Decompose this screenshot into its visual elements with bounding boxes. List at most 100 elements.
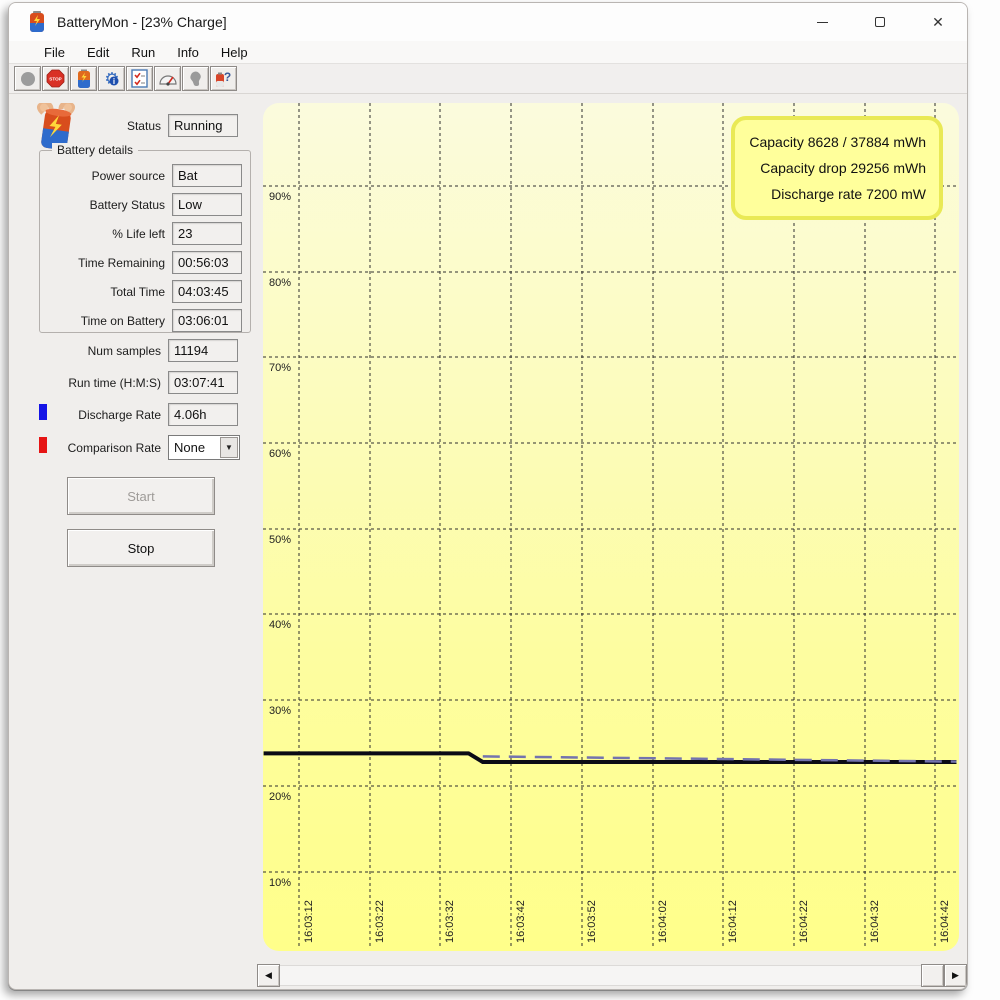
start-button[interactable]: Start [67, 477, 215, 515]
time-remaining-label: Time Remaining [78, 255, 165, 270]
chevron-down-icon[interactable]: ▼ [220, 437, 238, 458]
status-label: Status [126, 118, 161, 133]
discharge-rate-field[interactable]: 4.06h [168, 403, 238, 426]
battery-help-icon: ? [216, 70, 231, 87]
toolbar: STOP ⚙ i [9, 64, 967, 94]
gear-icon: ⚙ i [104, 69, 119, 89]
settings-button[interactable]: ⚙ i [98, 66, 125, 91]
menu-edit[interactable]: Edit [76, 43, 120, 62]
time-remaining-field[interactable]: 00:56:03 [172, 251, 242, 274]
menu-help[interactable]: Help [210, 43, 259, 62]
titlebar: BatteryMon - [23% Charge] ✕ [9, 3, 967, 41]
menu-file[interactable]: File [33, 43, 76, 62]
y-tick: 30% [269, 705, 291, 717]
detail-row: Battery Status Low [40, 193, 242, 216]
gauge-icon [158, 74, 177, 86]
x-tick: 16:03:32 [444, 900, 456, 943]
power-source-label: Power source [91, 168, 165, 183]
comparison-rate-row: Comparison Rate None ▼ [9, 435, 240, 460]
window-title: BatteryMon - [23% Charge] [57, 14, 227, 30]
battery-status-field[interactable]: Low [172, 193, 242, 216]
y-tick: 40% [269, 619, 291, 631]
y-tick: 50% [269, 534, 291, 546]
discharge-rate-label: Discharge Rate [78, 407, 161, 422]
total-time-label: Total Time [110, 284, 165, 299]
capacity-info-box: Capacity 8628 / 37884 mWh Capacity drop … [731, 116, 943, 220]
detail-row: Time Remaining 00:56:03 [40, 251, 242, 274]
battery-help-button[interactable]: ? [210, 66, 237, 91]
batterymon-window: BatteryMon - [23% Charge] ✕ File Edit Ru… [8, 2, 968, 990]
stop-button[interactable]: Stop [67, 529, 215, 567]
gauge-button[interactable] [154, 66, 181, 91]
menu-run[interactable]: Run [120, 43, 166, 62]
battery-details-group: Battery details Power source Bat Battery… [39, 143, 251, 333]
time-on-battery-field[interactable]: 03:06:01 [172, 309, 242, 332]
x-tick: 16:04:02 [657, 900, 669, 943]
capacity-drop-text: Capacity drop 29256 mWh [760, 160, 926, 176]
battery-icon [77, 69, 90, 88]
x-tick: 16:03:12 [303, 900, 315, 943]
chart-horizontal-scrollbar: ◀ ▶ [257, 963, 967, 988]
x-tick: 16:03:52 [586, 900, 598, 943]
log-report-button[interactable] [126, 66, 153, 91]
run-time-row: Run time (H:M:S) 03:07:41 [9, 371, 238, 394]
report-checklist-icon [131, 69, 148, 88]
chart-series-lines [263, 751, 957, 764]
x-tick: 16:03:22 [374, 900, 386, 943]
discharge-rate-text: Discharge rate 7200 mW [771, 186, 926, 202]
discharge-rate-row: Discharge Rate 4.06h [9, 403, 238, 426]
svg-text:STOP: STOP [49, 76, 61, 81]
y-tick: 10% [269, 877, 291, 889]
comparison-rate-value: None [174, 440, 206, 455]
status-field[interactable]: Running [168, 114, 238, 137]
run-time-field[interactable]: 03:07:41 [168, 371, 238, 394]
stop-button[interactable]: STOP [42, 66, 69, 91]
footprint-button[interactable] [182, 66, 209, 91]
stop-icon: STOP [46, 69, 65, 88]
scrollbar-thumb[interactable] [921, 964, 944, 987]
y-tick: 90% [269, 191, 291, 203]
x-tick: 16:03:42 [515, 900, 527, 943]
run-time-label: Run time (H:M:S) [68, 375, 161, 390]
maximize-icon [875, 17, 885, 27]
y-tick: 20% [269, 791, 291, 803]
num-samples-field[interactable]: 11194 [168, 339, 238, 362]
x-tick: 16:04:42 [939, 900, 951, 943]
scroll-left-button[interactable]: ◀ [257, 964, 280, 987]
x-tick: 16:04:32 [869, 900, 881, 943]
battery-info-button[interactable] [70, 66, 97, 91]
detail-row: Total Time 04:03:45 [40, 280, 242, 303]
desktop: BatteryMon - [23% Charge] ✕ File Edit Ru… [0, 0, 1000, 1000]
comparison-rate-dropdown[interactable]: None ▼ [168, 435, 240, 460]
app-battery-icon [30, 11, 44, 32]
scroll-right-button[interactable]: ▶ [944, 964, 967, 987]
y-axis-tick-labels: 90% 80% 70% 60% 50% 40% 30% 20% 10% [269, 191, 291, 889]
num-samples-label: Num samples [87, 343, 161, 358]
record-button[interactable] [14, 66, 41, 91]
close-icon: ✕ [932, 14, 944, 30]
num-samples-row: Num samples 11194 [9, 339, 238, 362]
menu-info[interactable]: Info [166, 43, 210, 62]
detail-row: Time on Battery 03:06:01 [40, 309, 242, 332]
battery-status-label: Battery Status [89, 197, 165, 212]
close-button[interactable]: ✕ [909, 3, 967, 41]
vertical-gridlines [298, 103, 936, 947]
minimize-button[interactable] [793, 3, 851, 41]
life-left-label: % Life left [112, 226, 165, 241]
life-left-field[interactable]: 23 [172, 222, 242, 245]
power-source-field[interactable]: Bat [172, 164, 242, 187]
maximize-button[interactable] [851, 3, 909, 41]
y-tick: 60% [269, 448, 291, 460]
svg-text:i: i [112, 77, 114, 86]
y-tick: 80% [269, 277, 291, 289]
capacity-text: Capacity 8628 / 37884 mWh [749, 134, 926, 150]
scrollbar-track[interactable] [280, 965, 921, 986]
scroll-right-icon: ▶ [952, 970, 959, 980]
time-on-battery-label: Time on Battery [80, 313, 165, 328]
total-time-field[interactable]: 04:03:45 [172, 280, 242, 303]
record-icon [20, 71, 35, 86]
battery-details-legend: Battery details [52, 143, 139, 157]
x-tick: 16:04:12 [727, 900, 739, 943]
detail-row: % Life left 23 [40, 222, 242, 245]
comparison-rate-label: Comparison Rate [67, 440, 161, 455]
